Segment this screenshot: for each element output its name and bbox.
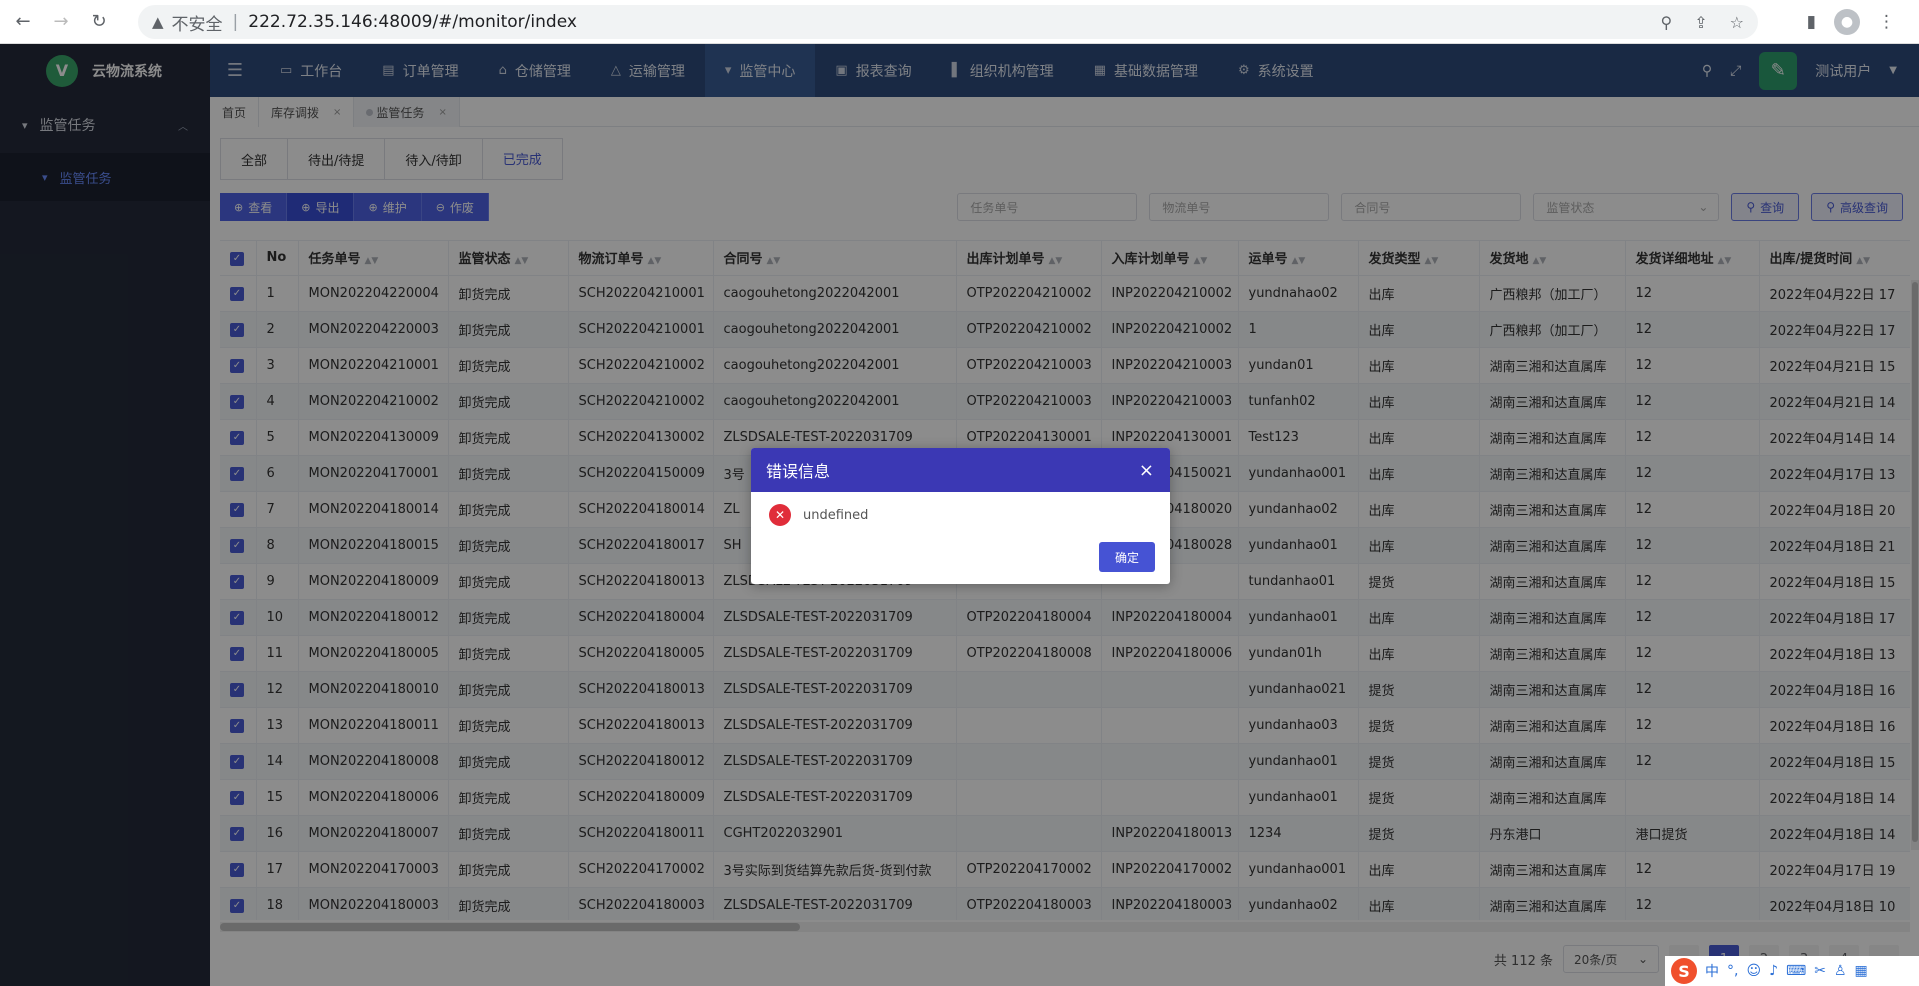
tools-icon[interactable]: ✂ [1814, 963, 1826, 979]
url-separator: | [232, 12, 239, 32]
punctuation-icon[interactable]: °, [1727, 963, 1738, 979]
dialog-message: undefined [803, 507, 869, 523]
skin-icon[interactable]: ♙ [1834, 963, 1847, 979]
microphone-icon[interactable]: ♪ [1769, 963, 1778, 979]
insecure-label: 不安全 [171, 14, 223, 35]
browser-toolbar: ← → ↻ ▲ 不安全 | 222.72.35.146:48009/#/moni… [0, 0, 1919, 44]
reload-icon[interactable]: ↻ [84, 7, 114, 37]
close-icon[interactable]: × [1139, 460, 1154, 481]
back-arrow-icon[interactable]: ← [8, 7, 38, 37]
forward-arrow-icon[interactable]: → [46, 7, 76, 37]
dialog-header: 错误信息 × [751, 448, 1170, 492]
grid-icon[interactable]: ▦ [1855, 963, 1868, 979]
dialog-body: ✕ undefined [751, 492, 1170, 538]
keyboard-icon[interactable]: ⌨ [1786, 963, 1806, 979]
dialog-title: 错误信息 [766, 462, 831, 481]
ime-mode[interactable]: 中 [1705, 961, 1719, 981]
browser-menu-icon[interactable]: ⋮ [1878, 12, 1895, 32]
confirm-button[interactable]: 确定 [1098, 542, 1155, 572]
side-panel-icon[interactable]: ▮ [1807, 12, 1816, 32]
ime-toolbar: S 中 °, ☺ ♪ ⌨ ✂ ♙ ▦ [1665, 956, 1919, 986]
error-icon: ✕ [769, 504, 791, 526]
emoji-icon[interactable]: ☺ [1746, 963, 1761, 979]
url-text: 222.72.35.146:48009/#/monitor/index [248, 12, 577, 32]
bookmark-star-icon[interactable]: ☆ [1730, 13, 1744, 32]
address-bar[interactable]: ▲ 不安全 | 222.72.35.146:48009/#/monitor/in… [138, 5, 1758, 39]
profile-avatar-icon[interactable]: ● [1834, 9, 1860, 35]
sogou-logo-icon[interactable]: S [1671, 958, 1697, 984]
zoom-icon[interactable]: ⚲ [1661, 13, 1673, 32]
share-icon[interactable]: ⇪ [1694, 13, 1707, 32]
warning-icon: ▲ [152, 13, 164, 31]
error-dialog: 错误信息 × ✕ undefined 确定 [751, 448, 1170, 584]
